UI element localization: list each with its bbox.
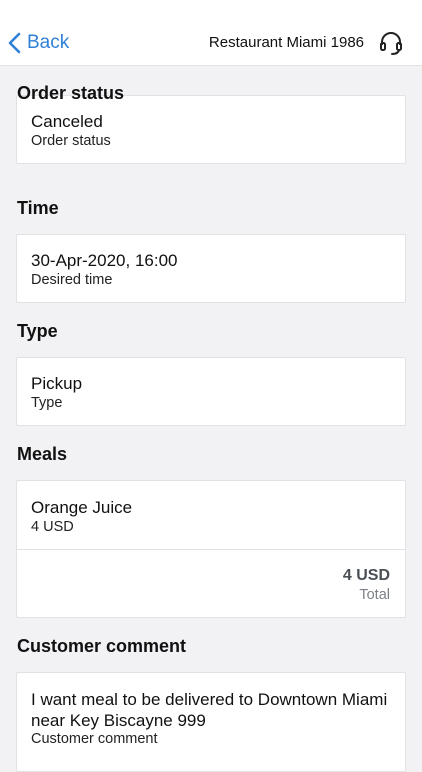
restaurant-title: Restaurant Miami 1986: [208, 34, 364, 51]
order-status-card: Canceled Order status: [16, 95, 406, 164]
customer-comment-card: I want meal to be delivered to Downtown …: [16, 672, 406, 772]
desired-time-value: 30-Apr-2020, 16:00: [31, 251, 178, 270]
headset-icon: [380, 32, 402, 55]
customer-comment-label: Customer comment: [31, 731, 158, 747]
navigation-bar: Back Restaurant Miami 1986: [0, 0, 422, 66]
type-heading: Type: [17, 321, 58, 341]
customer-comment-heading: Customer comment: [17, 636, 187, 656]
back-button[interactable]: Back: [8, 28, 69, 58]
meals-total-value: 4 USD: [342, 567, 390, 584]
meals-card: Orange Juice 4 USD 4 USD Total: [16, 480, 406, 618]
time-heading: Time: [17, 198, 59, 218]
chevron-left-icon: [8, 32, 21, 54]
meals-total-label: Total: [359, 587, 390, 603]
back-button-label: Back: [27, 32, 70, 53]
meals-heading: Meals: [17, 444, 68, 464]
type-value: Pickup: [31, 374, 83, 393]
order-status-label: Order status: [31, 133, 111, 149]
type-label: Type: [31, 395, 63, 411]
order-status-heading: Order status: [17, 83, 125, 103]
time-card: 30-Apr-2020, 16:00 Desired time: [16, 234, 406, 303]
meal-item-name: Orange Juice: [31, 498, 133, 517]
meals-divider: [17, 549, 405, 550]
order-status-value: Canceled: [31, 112, 103, 131]
meal-item-price: 4 USD: [31, 519, 74, 535]
support-button[interactable]: [378, 30, 404, 56]
customer-comment-text: I want meal to be delivered to Downtown …: [31, 690, 388, 730]
desired-time-label: Desired time: [31, 272, 113, 288]
type-card: Pickup Type: [16, 357, 406, 426]
